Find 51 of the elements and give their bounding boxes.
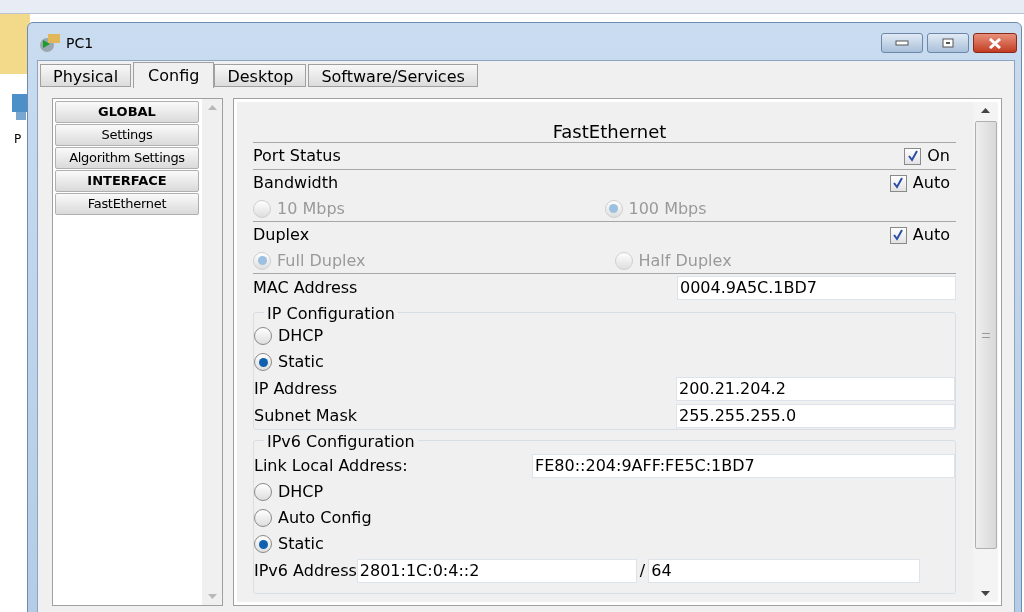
radio-button[interactable]: DHCP — [254, 324, 324, 348]
tab[interactable]: Desktop — [214, 64, 307, 87]
prefix-field[interactable]: 64 — [648, 559, 921, 583]
input-field[interactable]: 255.255.255.0 — [676, 403, 955, 428]
radio-button[interactable]: DHCP — [254, 480, 324, 504]
input-field[interactable]: 2801:1C:0:4::2 — [356, 559, 637, 583]
minimize-icon — [895, 40, 909, 46]
maximize-button[interactable] — [927, 33, 969, 53]
field-label: Link Local Address: — [254, 455, 408, 477]
tab[interactable]: Software/Services — [308, 64, 478, 87]
field-label: Port Status — [253, 145, 341, 167]
checkbox[interactable]: Auto — [889, 171, 950, 195]
pc-icon — [38, 32, 62, 54]
radio-button[interactable]: Auto Config — [254, 506, 372, 530]
radio-button[interactable]: Static — [254, 532, 324, 556]
scroll-up-icon[interactable] — [981, 108, 990, 113]
checkmark-icon — [892, 229, 905, 241]
window-title: PC1 — [66, 33, 94, 53]
sidebar-item[interactable]: Settings — [55, 124, 199, 146]
panel-title: FastEthernet — [552, 119, 667, 144]
input-field[interactable]: FE80::204:9AFF:FE5C:1BD7 — [532, 454, 955, 478]
field-label: Bandwidth — [253, 172, 339, 194]
input-field[interactable]: 200.21.204.2 — [676, 376, 955, 401]
maximize-icon — [942, 38, 954, 48]
scrollbar-thumb[interactable] — [974, 121, 997, 549]
computer-icon[interactable] — [10, 92, 28, 122]
field-label: Duplex — [253, 224, 310, 246]
close-icon — [988, 37, 1002, 49]
field-label: IP Address — [254, 377, 338, 400]
section-header-button[interactable]: INTERFACE — [55, 170, 199, 192]
separator-label: / — [639, 560, 646, 582]
field-label: Subnet Mask — [254, 404, 357, 427]
toolbar-strip — [0, 14, 30, 74]
checkbox[interactable]: Auto — [889, 223, 950, 247]
minimize-button[interactable] — [881, 33, 923, 53]
scroll-down-icon[interactable] — [981, 591, 990, 596]
checkmark-icon — [906, 150, 919, 162]
sidebar-item[interactable]: Algorithm Settings — [55, 147, 199, 169]
checkbox[interactable]: On — [904, 144, 950, 168]
checkmark-icon — [892, 177, 905, 189]
field-label: IPv6 Address — [254, 560, 357, 582]
input-field[interactable]: 0004.9A5C.1BD7 — [677, 276, 956, 300]
desktop-icon-label: P — [14, 131, 22, 148]
field-label: MAC Address — [253, 277, 358, 299]
sidebar-item[interactable]: FastEthernet — [55, 193, 199, 215]
close-button[interactable] — [973, 33, 1017, 53]
radio-button[interactable]: Static — [254, 350, 324, 374]
tab[interactable]: Config — [133, 62, 215, 88]
tab[interactable]: Physical — [40, 64, 132, 87]
section-header-button[interactable]: GLOBAL — [55, 101, 199, 123]
panel-scrollbar[interactable] — [973, 102, 998, 602]
